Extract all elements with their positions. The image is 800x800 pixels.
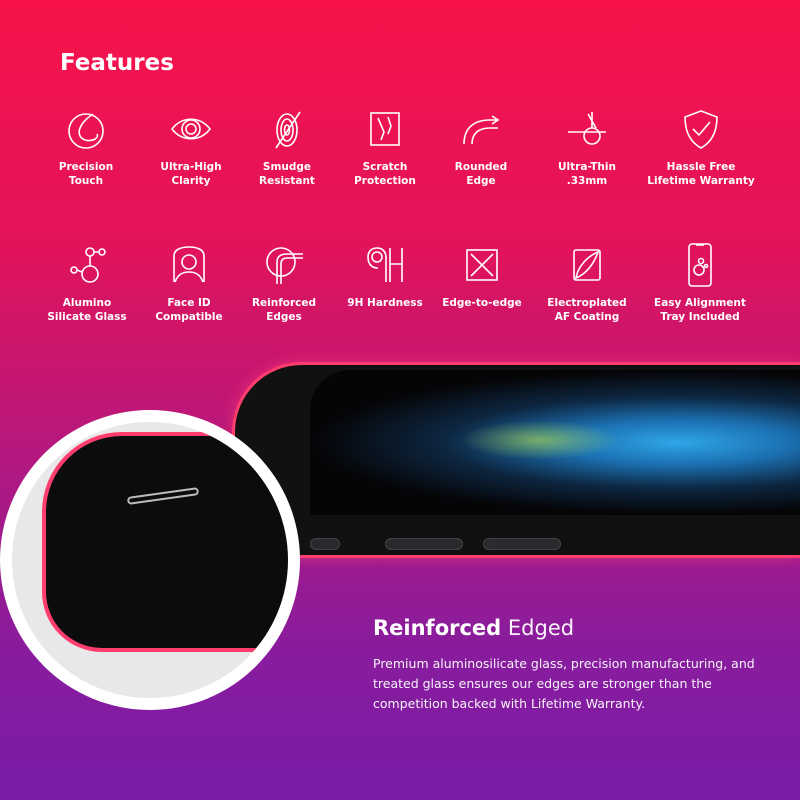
feature-item: Edge-to-edge	[422, 242, 542, 310]
reinforced-edge-icon	[266, 247, 303, 284]
face-id-icon	[173, 246, 205, 283]
feature-label: Edge-to-edge	[442, 297, 522, 309]
thin-layer-icon	[568, 112, 606, 145]
rounded-edge-icon	[463, 115, 500, 145]
feature-item: Rounded Edge	[421, 106, 541, 188]
phone-side-button	[385, 538, 463, 550]
fingerprint-slash-icon	[275, 111, 301, 149]
feature-label: Rounded Edge	[454, 161, 508, 187]
9h-icon	[367, 247, 403, 282]
title-bold: Reinforced	[373, 616, 502, 640]
phone-side-button	[483, 538, 561, 550]
phone-screen	[310, 370, 800, 515]
feature-label: Electroplated AF Coating	[547, 297, 627, 323]
title-light: Edged	[507, 616, 575, 640]
feature-label: Ultra-Thin .33mm	[558, 161, 616, 187]
phone-tray-icon	[688, 243, 712, 287]
feature-item: Precision Touch	[26, 106, 146, 188]
section-title: Reinforced Edged	[373, 616, 574, 640]
feature-item: Ultra-Thin .33mm	[527, 106, 647, 188]
scratch-icon	[370, 112, 400, 146]
feature-item: Electroplated AF Coating	[527, 242, 647, 324]
shield-check-icon	[684, 110, 718, 149]
feature-label: Precision Touch	[58, 161, 114, 187]
edge-closeup-image	[0, 410, 300, 710]
section-description: Premium aluminosilicate glass, precision…	[373, 656, 755, 711]
feature-label: Hassle Free Lifetime Warranty	[647, 161, 755, 187]
phone-side-button	[310, 538, 340, 550]
coating-icon	[573, 249, 601, 281]
feature-label: Easy Alignment Tray Included	[654, 297, 746, 323]
touch-icon	[68, 113, 104, 149]
feature-item: Hassle Free Lifetime Warranty	[641, 106, 761, 188]
features-title: Features	[60, 50, 174, 76]
edge-to-edge-icon	[466, 249, 498, 281]
molecule-icon	[70, 247, 106, 283]
eye-icon	[170, 118, 212, 140]
feature-item: Easy Alignment Tray Included	[640, 242, 760, 324]
